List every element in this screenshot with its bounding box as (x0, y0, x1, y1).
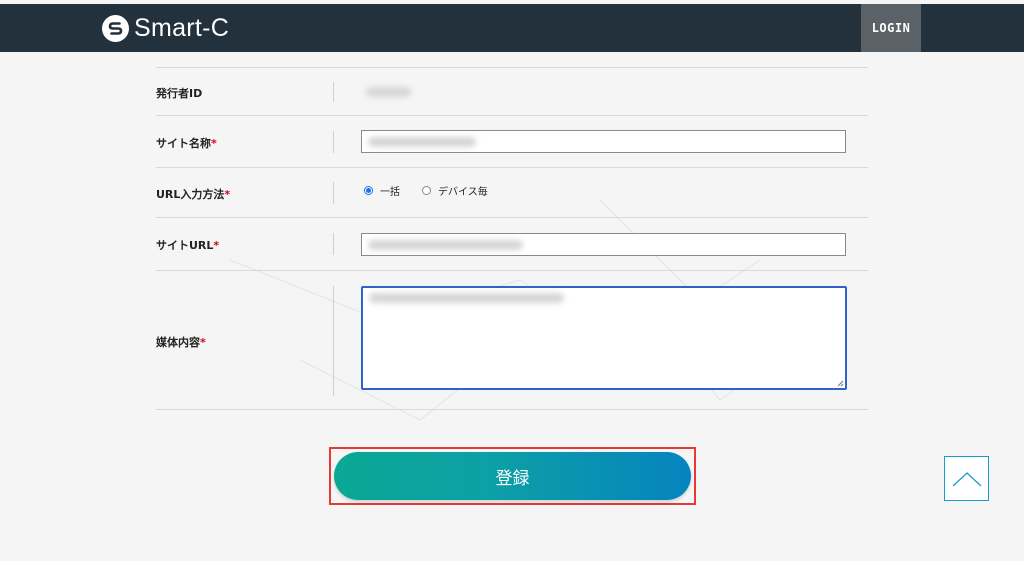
publisher-id-value (366, 87, 411, 97)
radio-bulk[interactable]: 一括 (364, 183, 400, 198)
smart-c-logo-icon (102, 14, 129, 42)
logo[interactable]: Smart-C (102, 13, 229, 43)
site-name-value (368, 137, 476, 147)
radio-unselected-icon[interactable] (422, 186, 431, 195)
radio-per-device[interactable]: デバイス毎 (422, 183, 488, 198)
required-mark: * (200, 336, 206, 349)
publisher-id-row: 発行者ID (156, 67, 868, 115)
register-button[interactable]: 登録 (334, 452, 691, 500)
top-header: Smart-C LOGIN (0, 4, 1024, 52)
site-url-value (368, 240, 523, 250)
radio-bulk-label: 一括 (380, 187, 400, 198)
publisher-id-label: 発行者ID (156, 87, 203, 100)
row-divider (333, 233, 334, 255)
url-method-label: URL入力方法* (156, 188, 231, 201)
chevron-up-icon (952, 471, 981, 486)
form-bottom-divider (156, 409, 868, 410)
site-url-label: サイトURL* (156, 239, 220, 252)
url-method-row: URL入力方法* (156, 167, 868, 217)
row-divider (333, 286, 334, 396)
url-method-radio-group: 一括 デバイス毎 (364, 183, 510, 198)
site-name-input[interactable] (361, 130, 846, 153)
required-mark: * (211, 137, 217, 150)
scroll-to-top-button[interactable] (944, 456, 989, 501)
media-content-value (369, 293, 564, 303)
media-content-row: 媒体内容* (156, 270, 868, 409)
media-content-label: 媒体内容* (156, 336, 206, 349)
resize-handle-icon[interactable] (837, 380, 844, 387)
radio-per-device-label: デバイス毎 (438, 187, 488, 198)
row-divider (333, 182, 334, 204)
row-divider (333, 82, 334, 102)
site-name-row: サイト名称* (156, 115, 868, 167)
site-url-input[interactable] (361, 233, 846, 256)
required-mark: * (213, 239, 220, 252)
login-button[interactable]: LOGIN (861, 4, 921, 52)
logo-text: Smart-C (134, 13, 230, 42)
site-url-row: サイトURL* (156, 217, 868, 270)
required-mark: * (224, 188, 231, 201)
media-content-textarea[interactable] (361, 286, 847, 390)
site-name-label: サイト名称* (156, 137, 217, 150)
radio-selected-icon[interactable] (364, 186, 373, 195)
row-divider (333, 131, 334, 153)
